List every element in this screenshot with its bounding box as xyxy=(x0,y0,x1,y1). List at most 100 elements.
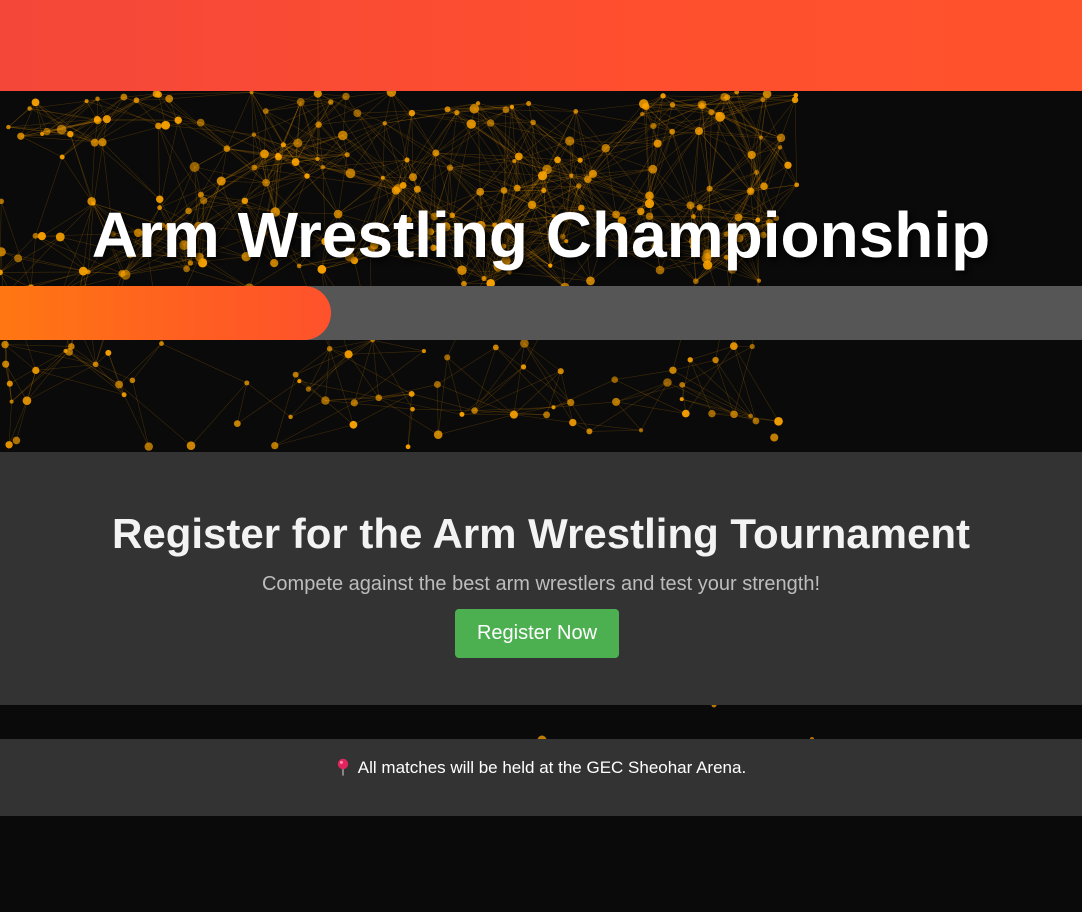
network-node xyxy=(715,111,721,117)
network-node xyxy=(297,379,302,384)
network-node xyxy=(509,410,518,419)
network-node xyxy=(446,164,454,171)
network-node xyxy=(159,341,164,346)
network-node xyxy=(720,92,729,102)
network-node xyxy=(408,109,416,117)
network-node xyxy=(405,444,411,450)
network-node xyxy=(694,126,704,136)
network-node xyxy=(293,138,303,148)
network-node xyxy=(251,164,258,171)
network-node xyxy=(375,394,383,402)
network-node xyxy=(520,339,529,348)
network-node xyxy=(155,122,162,130)
network-node xyxy=(502,106,510,114)
network-node xyxy=(260,149,269,159)
network-node xyxy=(444,354,451,361)
network-node xyxy=(95,96,100,101)
network-node xyxy=(669,128,676,135)
network-node xyxy=(541,187,547,194)
network-node xyxy=(586,428,593,435)
network-node xyxy=(530,119,536,126)
network-node xyxy=(776,133,786,143)
network-node xyxy=(513,184,521,192)
network-node xyxy=(729,342,738,350)
network-node xyxy=(408,390,415,397)
network-node xyxy=(189,162,200,172)
network-node xyxy=(459,411,465,417)
network-node xyxy=(93,115,101,123)
network-node xyxy=(165,94,174,103)
network-node xyxy=(708,109,715,116)
network-node xyxy=(509,104,515,110)
network-node xyxy=(754,169,760,175)
network-node xyxy=(27,106,32,111)
network-node xyxy=(586,276,595,286)
progress-bar-fill xyxy=(0,286,332,340)
network-node xyxy=(12,436,21,445)
network-node xyxy=(730,410,738,419)
network-node xyxy=(577,157,583,163)
network-node xyxy=(161,120,171,130)
network-node xyxy=(692,278,699,285)
network-node xyxy=(197,191,204,198)
network-node xyxy=(9,399,14,404)
network-node xyxy=(756,278,762,283)
network-node xyxy=(612,397,621,406)
network-node xyxy=(706,185,713,192)
network-node xyxy=(120,93,128,101)
network-node xyxy=(90,138,99,147)
venue-notice: All matches will be held at the GEC Sheo… xyxy=(0,758,1082,778)
network-node xyxy=(152,90,161,98)
network-node xyxy=(760,96,766,103)
network-node xyxy=(40,131,45,137)
network-node xyxy=(554,156,561,164)
network-node xyxy=(22,396,32,405)
network-node xyxy=(583,175,592,184)
network-node xyxy=(791,96,799,104)
network-node xyxy=(349,420,358,429)
network-node xyxy=(526,101,532,107)
network-node xyxy=(576,183,582,189)
network-node xyxy=(84,99,89,104)
network-node xyxy=(466,119,476,129)
network-node xyxy=(486,119,495,127)
network-node xyxy=(653,139,662,148)
network-node xyxy=(17,132,25,140)
network-node xyxy=(6,380,13,387)
page-title: Arm Wrestling Championship xyxy=(91,199,991,271)
network-node xyxy=(413,185,421,193)
network-node xyxy=(537,171,548,181)
network-node xyxy=(746,187,755,196)
network-node xyxy=(777,145,783,150)
venue-text: All matches will be held at the GEC Sheo… xyxy=(357,758,747,777)
network-node xyxy=(638,428,644,433)
network-node xyxy=(391,186,401,195)
network-node xyxy=(611,376,619,384)
network-node xyxy=(687,357,693,363)
network-node xyxy=(469,104,480,114)
network-node xyxy=(794,182,800,188)
network-node xyxy=(639,111,645,117)
network-node xyxy=(144,442,153,451)
network-node xyxy=(573,109,579,114)
network-node xyxy=(567,398,575,407)
network-node xyxy=(353,109,362,118)
network-node xyxy=(350,399,358,407)
network-node xyxy=(512,159,517,164)
registration-subtitle: Compete against the best arm wrestlers a… xyxy=(261,573,821,595)
map-pin-icon xyxy=(337,758,348,776)
network-node xyxy=(432,149,440,157)
network-node xyxy=(681,409,690,418)
network-node xyxy=(760,182,768,191)
network-node xyxy=(98,138,107,147)
network-node xyxy=(669,102,676,108)
network-node xyxy=(382,121,387,126)
network-node xyxy=(569,173,574,178)
network-node xyxy=(129,377,136,384)
network-node xyxy=(648,164,658,174)
network-node xyxy=(196,118,205,127)
register-now-button[interactable]: Register Now xyxy=(455,609,619,658)
network-node xyxy=(774,416,783,426)
network-node xyxy=(345,168,356,179)
progress-bar xyxy=(0,286,1082,340)
